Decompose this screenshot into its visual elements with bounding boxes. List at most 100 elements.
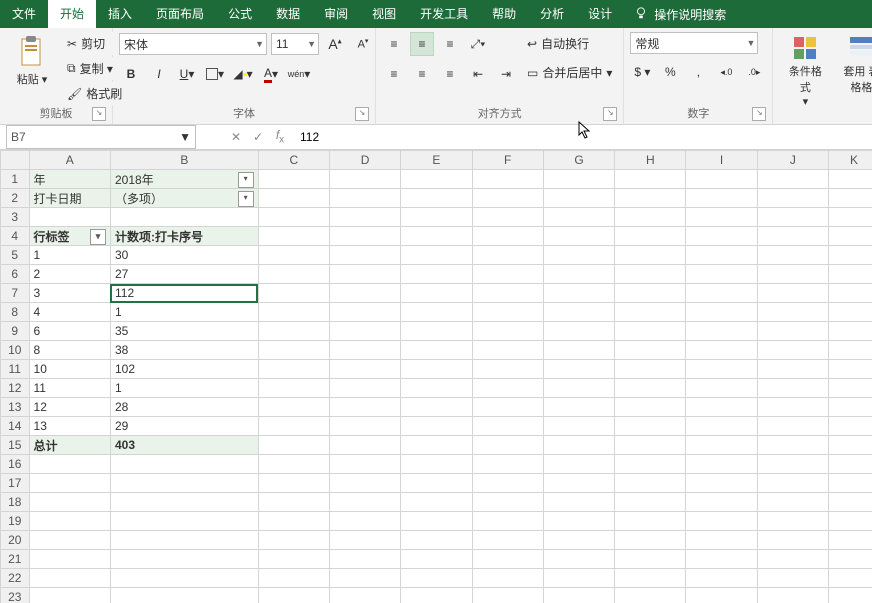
pivot-row-header[interactable]: 行标签▾	[29, 227, 110, 246]
row-header[interactable]: 23	[1, 588, 30, 603]
col-header[interactable]: B	[110, 151, 258, 170]
align-right-button[interactable]: ≡	[438, 62, 462, 86]
row-header[interactable]: 1	[1, 170, 30, 189]
row-header[interactable]: 12	[1, 379, 30, 398]
conditional-formatting-button[interactable]: 条件格式▾	[779, 32, 831, 109]
col-header[interactable]: H	[615, 151, 686, 170]
confirm-edit-button[interactable]: ✓	[248, 130, 268, 144]
row-header[interactable]: 3	[1, 208, 30, 227]
cell[interactable]: 1	[29, 246, 110, 265]
cell[interactable]: 38	[110, 341, 258, 360]
formula-input[interactable]	[294, 126, 872, 148]
increase-decimal-button[interactable]: ◂.0	[714, 60, 738, 84]
menu-page-layout[interactable]: 页面布局	[144, 0, 216, 28]
menu-help[interactable]: 帮助	[480, 0, 528, 28]
row-header[interactable]: 15	[1, 436, 30, 455]
col-header[interactable]: I	[686, 151, 757, 170]
row-header[interactable]: 4	[1, 227, 30, 246]
spreadsheet-grid[interactable]: A B C D E F G H I J K 1 年 2018年▾ 2 打卡日期 …	[0, 150, 872, 603]
menu-review[interactable]: 审阅	[312, 0, 360, 28]
col-header[interactable]: A	[29, 151, 110, 170]
underline-button[interactable]: U ▾	[175, 62, 199, 86]
cell[interactable]: 29	[110, 417, 258, 436]
merge-center-button[interactable]: ▭ 合并后居中 ▾	[522, 61, 617, 84]
cell[interactable]: 4	[29, 303, 110, 322]
row-header[interactable]: 11	[1, 360, 30, 379]
cell[interactable]: 10	[29, 360, 110, 379]
wrap-text-button[interactable]: ↩ 自动换行	[522, 32, 617, 55]
pivot-filter-label[interactable]: 年	[29, 170, 110, 189]
row-header[interactable]: 19	[1, 512, 30, 531]
number-launcher[interactable]: ↘	[752, 107, 766, 121]
col-header[interactable]: G	[543, 151, 614, 170]
font-size-combo[interactable]: 11 ▼	[271, 33, 319, 55]
paste-button[interactable]: 粘贴 ▾	[6, 32, 58, 88]
align-left-button[interactable]: ≡	[382, 62, 406, 86]
clipboard-launcher[interactable]: ↘	[92, 107, 106, 121]
row-header[interactable]: 14	[1, 417, 30, 436]
col-header[interactable]: E	[401, 151, 472, 170]
phonetic-button[interactable]: wén ▾	[287, 62, 311, 86]
alignment-launcher[interactable]: ↘	[603, 107, 617, 121]
name-box[interactable]: B7 ▼	[6, 125, 196, 149]
cell[interactable]: 102	[110, 360, 258, 379]
row-header[interactable]: 21	[1, 550, 30, 569]
cell[interactable]: 2	[29, 265, 110, 284]
row-header[interactable]: 5	[1, 246, 30, 265]
pivot-filter-label[interactable]: 打卡日期	[29, 189, 110, 208]
percent-format-button[interactable]: %	[658, 60, 682, 84]
align-top-button[interactable]: ≡	[382, 32, 406, 56]
cell[interactable]: 6	[29, 322, 110, 341]
font-name-combo[interactable]: 宋体 ▼	[119, 33, 267, 55]
menu-analyze[interactable]: 分析	[528, 0, 576, 28]
pivot-filter-value[interactable]: （多项）▾	[110, 189, 258, 208]
format-as-table-button[interactable]: 套用 表格格	[835, 32, 872, 96]
cell[interactable]: 1	[110, 379, 258, 398]
select-all-corner[interactable]	[1, 151, 30, 170]
border-button[interactable]: ▾	[203, 62, 227, 86]
menu-view[interactable]: 视图	[360, 0, 408, 28]
cell[interactable]: 13	[29, 417, 110, 436]
cell[interactable]: 11	[29, 379, 110, 398]
tell-me-search[interactable]: 操作说明搜索	[624, 6, 736, 23]
cell[interactable]: 30	[110, 246, 258, 265]
row-header[interactable]: 6	[1, 265, 30, 284]
orientation-button[interactable]: ⤢▾	[466, 32, 490, 56]
pivot-total-value[interactable]: 403	[110, 436, 258, 455]
decrease-indent-button[interactable]: ⇤	[466, 62, 490, 86]
row-header[interactable]: 22	[1, 569, 30, 588]
cancel-edit-button[interactable]: ✕	[226, 130, 246, 144]
menu-insert[interactable]: 插入	[96, 0, 144, 28]
col-header[interactable]: J	[757, 151, 828, 170]
row-header[interactable]: 9	[1, 322, 30, 341]
cell[interactable]: 3	[29, 284, 110, 303]
cell[interactable]: 35	[110, 322, 258, 341]
menu-home[interactable]: 开始	[48, 0, 96, 28]
row-header[interactable]: 2	[1, 189, 30, 208]
cell[interactable]: 8	[29, 341, 110, 360]
col-header[interactable]: K	[829, 151, 872, 170]
pivot-total-label[interactable]: 总计	[29, 436, 110, 455]
row-header[interactable]: 17	[1, 474, 30, 493]
menu-developer[interactable]: 开发工具	[408, 0, 480, 28]
cell[interactable]: 1	[110, 303, 258, 322]
number-format-combo[interactable]: 常规 ▼	[630, 32, 758, 54]
increase-indent-button[interactable]: ⇥	[494, 62, 518, 86]
menu-data[interactable]: 数据	[264, 0, 312, 28]
row-header[interactable]: 18	[1, 493, 30, 512]
accounting-format-button[interactable]: $ ▾	[630, 60, 654, 84]
col-header[interactable]: F	[472, 151, 543, 170]
italic-button[interactable]: I	[147, 62, 171, 86]
menu-file[interactable]: 文件	[0, 0, 48, 28]
decrease-decimal-button[interactable]: .0▸	[742, 60, 766, 84]
row-header[interactable]: 13	[1, 398, 30, 417]
decrease-font-size-button[interactable]: A▾	[351, 32, 375, 56]
row-header[interactable]: 10	[1, 341, 30, 360]
menu-formulas[interactable]: 公式	[216, 0, 264, 28]
menu-design[interactable]: 设计	[576, 0, 624, 28]
cell[interactable]: 28	[110, 398, 258, 417]
align-center-button[interactable]: ≡	[410, 62, 434, 86]
align-middle-button[interactable]: ≡	[410, 32, 434, 56]
bold-button[interactable]: B	[119, 62, 143, 86]
col-header[interactable]: D	[329, 151, 400, 170]
